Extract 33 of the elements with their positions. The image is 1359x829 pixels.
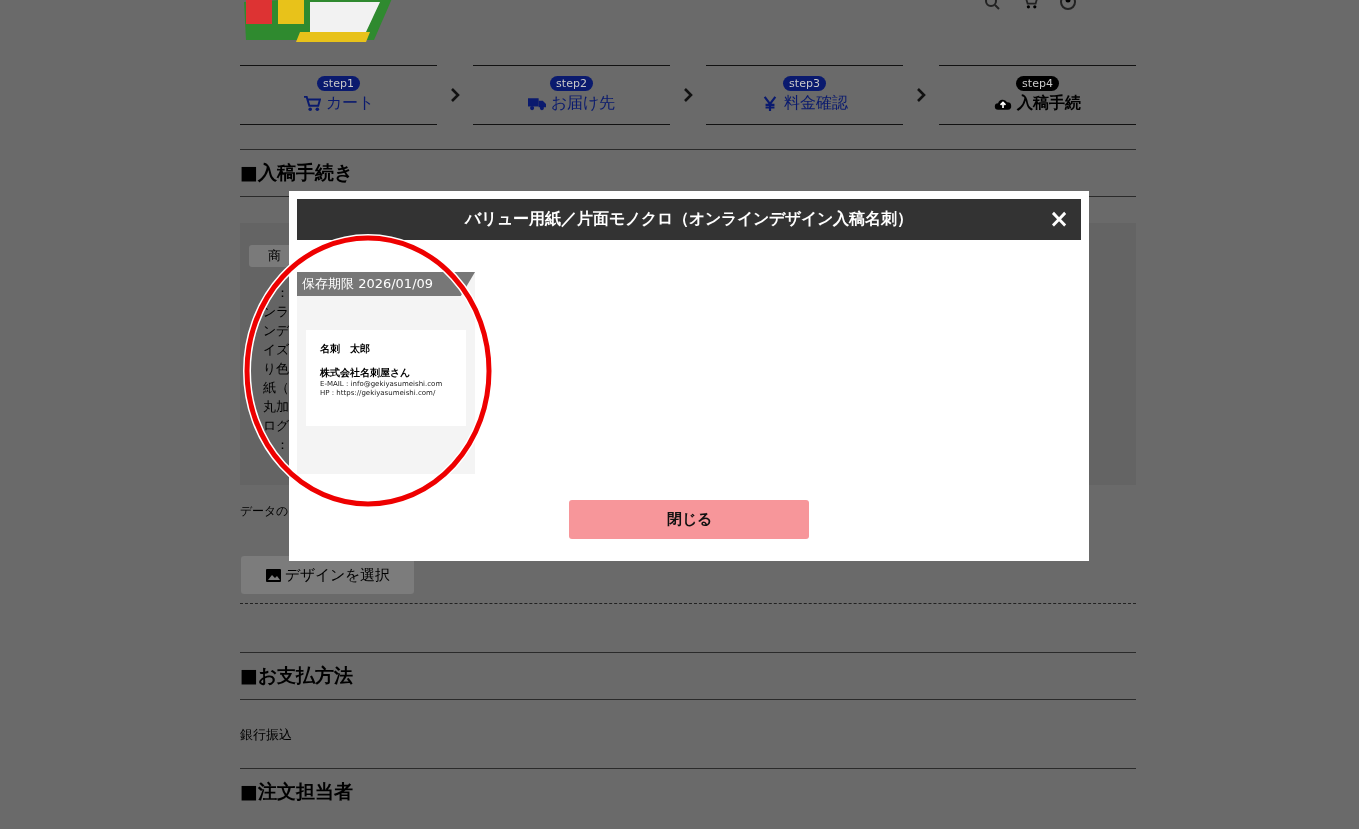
modal-title: バリュー用紙／片面モノクロ（オンラインデザイン入稿名刺）	[465, 209, 913, 230]
card-name: 名刺 太郎	[320, 342, 371, 356]
chevron-icon	[916, 88, 926, 102]
step-badge: step1	[317, 76, 360, 91]
payment-method: 銀行振込	[240, 726, 293, 744]
chevron-icon	[683, 88, 693, 102]
data-note: データの	[240, 503, 288, 520]
section-heading: ■お支払方法	[240, 652, 1136, 700]
image-icon	[265, 568, 281, 582]
step-badge: step2	[550, 76, 593, 91]
product-info-line: ログ	[263, 417, 289, 435]
truck-icon	[528, 95, 546, 112]
step-badge: step4	[1016, 76, 1059, 91]
close-button[interactable]: ×	[1046, 205, 1071, 233]
product-info-line: ：	[276, 436, 289, 454]
chevron-icon	[450, 88, 460, 102]
section-heading: ■注文担当者	[240, 768, 1136, 815]
card-company: 株式会社名刺屋さん	[320, 366, 411, 380]
cart-icon	[303, 95, 321, 112]
product-info-line: イズ	[263, 341, 289, 359]
step-label: お届け先	[551, 93, 615, 114]
step-label: 料金確認	[784, 93, 848, 114]
product-info-line: 紙（	[263, 379, 289, 397]
product-info-line: り色	[263, 360, 289, 378]
step-label: カート	[326, 93, 374, 114]
yen-icon	[761, 95, 779, 112]
step-badge: step3	[783, 76, 826, 91]
close-dialog-button[interactable]: 閉じる	[569, 500, 809, 539]
step-label: 入稿手続	[1017, 93, 1081, 114]
expiry-label: 保存期限 2026/01/09	[297, 272, 475, 296]
product-info-line: ：	[276, 284, 289, 302]
product-info-line: ンデ	[263, 322, 289, 340]
product-info-line: 丸加	[263, 398, 289, 416]
